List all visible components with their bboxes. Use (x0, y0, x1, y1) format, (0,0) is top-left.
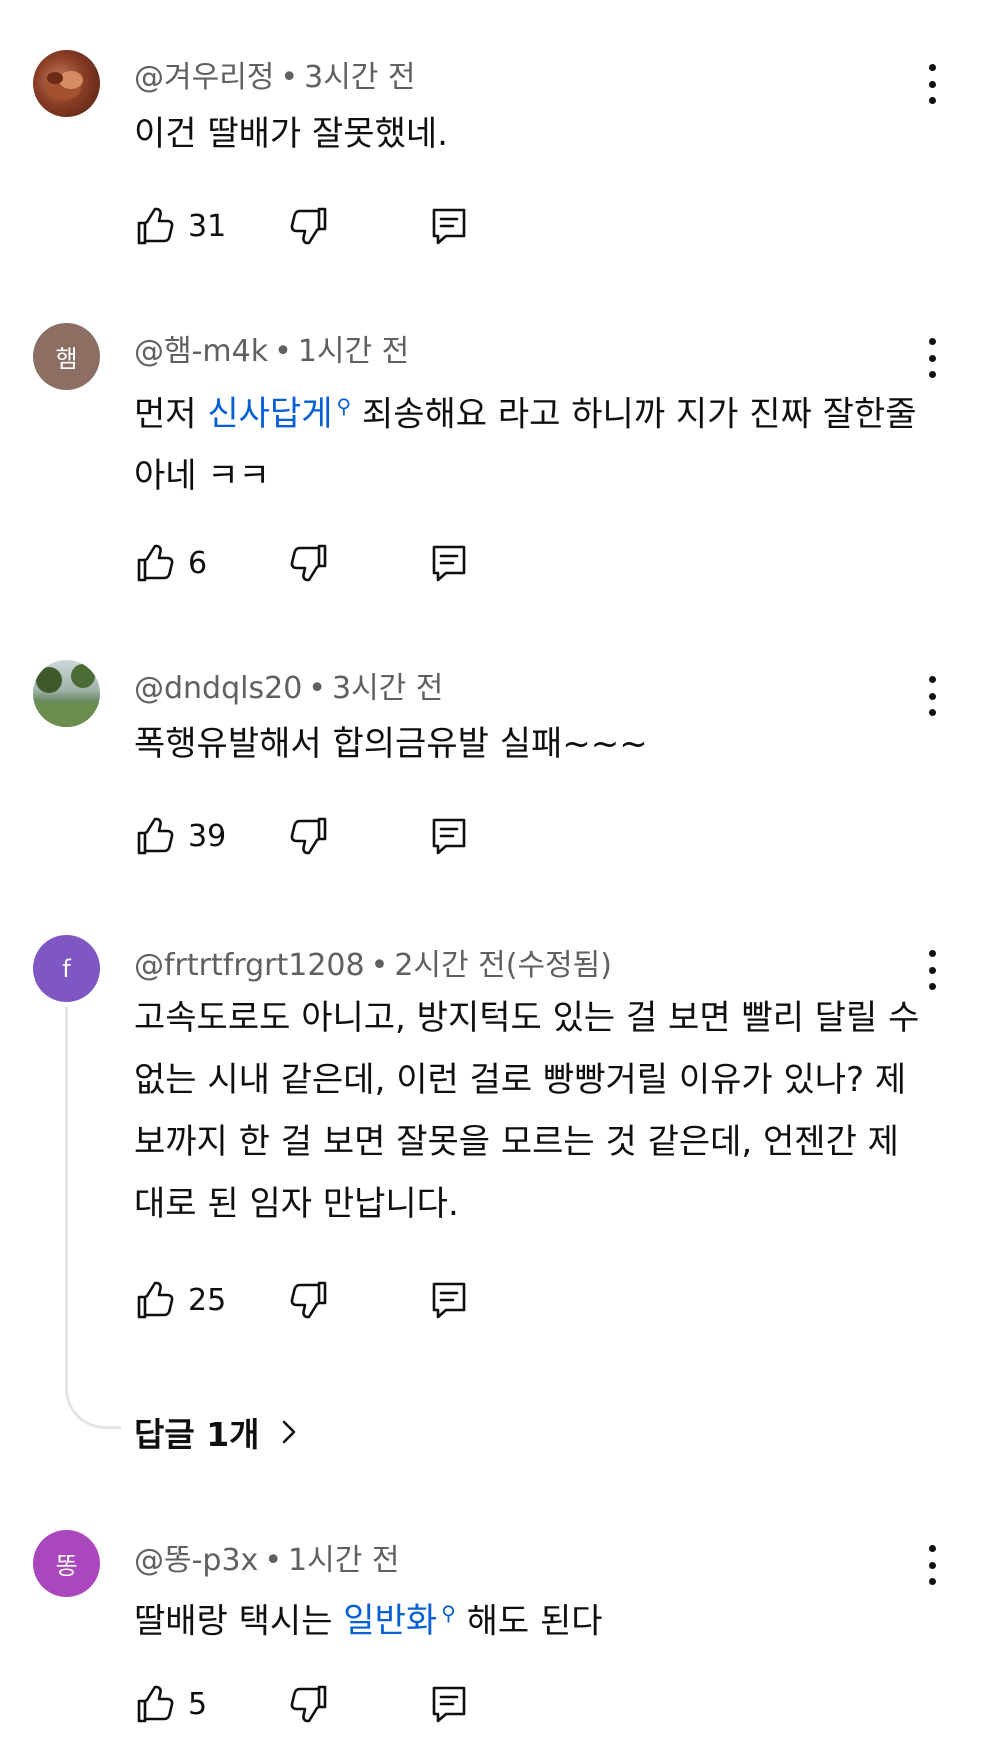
search-link[interactable]: 신사답게 ⚲ (207, 394, 351, 434)
comment-actions: 25 (134, 1276, 494, 1324)
dislike-button[interactable] (288, 539, 330, 587)
more-options-icon[interactable] (920, 1545, 944, 1585)
author-name[interactable]: @dndqls20 (134, 671, 302, 706)
comment-actions: 31 (134, 202, 494, 250)
author-name[interactable]: @똥-p3x (134, 1543, 258, 1578)
comment-meta: @dndqls20 • 3시간 전 (134, 663, 443, 707)
timestamp: 3시간 전 (331, 671, 444, 706)
like-button[interactable]: 31 (134, 202, 226, 250)
like-button[interactable]: 39 (134, 812, 226, 860)
timestamp: 1시간 전 (288, 1543, 400, 1578)
reply-button[interactable] (428, 1680, 470, 1728)
like-count: 31 (188, 208, 227, 244)
more-options-icon[interactable] (920, 338, 944, 378)
thumb-up-icon (137, 1685, 174, 1723)
author-name[interactable]: @frtrtfrgrt1208 (134, 948, 365, 983)
author-name[interactable]: @겨우리정 (134, 60, 274, 95)
dislike-button[interactable] (288, 1276, 330, 1324)
reply-button[interactable] (428, 1276, 470, 1324)
avatar[interactable] (33, 50, 100, 117)
comment-meta: @똥-p3x • 1시간 전 (134, 1535, 399, 1579)
comment-text: 이건 딸배가 잘못했네. (134, 114, 448, 154)
thumb-down-icon (290, 207, 327, 245)
reply-button[interactable] (428, 812, 470, 860)
reply-button[interactable] (428, 539, 470, 587)
separator-dot: • (370, 948, 389, 983)
thumb-up-icon (137, 544, 174, 582)
comment-actions: 6 (134, 539, 494, 587)
avatar-photo-icon (33, 664, 100, 727)
thumb-down-icon (290, 817, 327, 855)
like-button[interactable]: 6 (134, 539, 207, 587)
dislike-button[interactable] (288, 202, 330, 250)
avatar[interactable]: 햄 (33, 323, 100, 390)
comment-actions: 39 (134, 812, 494, 860)
like-button[interactable]: 5 (134, 1680, 207, 1728)
comment-meta: @frtrtfrgrt1208 • 2시간 전(수정됨) (134, 940, 612, 984)
comment-text: 고속도로도 아니고, 방지턱도 있는 걸 보면 빨리 달릴 수 없는 시내 같은… (134, 998, 920, 1224)
more-options-icon[interactable] (920, 64, 944, 104)
comment-text-part: 먼저 (134, 394, 208, 435)
avatar-photo-icon (45, 71, 83, 100)
reply-icon (432, 208, 466, 245)
reply-icon (432, 1282, 466, 1319)
comment-text: 딸배랑 택시는 일반화 ⚲ 해도 된다 (134, 1582, 924, 1652)
search-icon: ⚲ (441, 1601, 456, 1625)
author-name[interactable]: @햄-m4k (134, 334, 268, 369)
like-button[interactable]: 25 (134, 1276, 226, 1324)
chevron-right-icon (282, 1420, 295, 1444)
like-count: 39 (188, 818, 227, 854)
like-count: 6 (188, 545, 208, 581)
search-link[interactable]: 일반화 ⚲ (343, 1601, 456, 1641)
timestamp: 2시간 전(수정됨) (394, 948, 612, 983)
comment-meta: @겨우리정 • 3시간 전 (134, 52, 416, 96)
separator-dot: • (264, 1543, 283, 1578)
timestamp: 3시간 전 (304, 60, 416, 95)
comment-meta: @햄-m4k • 1시간 전 (134, 326, 409, 370)
thumb-down-icon (290, 1685, 327, 1723)
reply-button[interactable] (428, 202, 470, 250)
more-options-icon[interactable] (920, 676, 944, 716)
thumb-up-icon (137, 207, 174, 245)
thread-line (65, 1007, 121, 1429)
comment-actions: 5 (134, 1680, 494, 1728)
dislike-button[interactable] (288, 812, 330, 860)
thumb-down-icon (290, 544, 327, 582)
dislike-button[interactable] (288, 1680, 330, 1728)
avatar[interactable] (33, 660, 100, 727)
thumb-down-icon (290, 1281, 327, 1319)
separator-dot: • (308, 671, 326, 706)
comment-text-part: 해도 된다 (455, 1601, 603, 1642)
view-replies-button[interactable]: 답글 1개 (134, 1408, 302, 1456)
thumb-up-icon (137, 1281, 174, 1319)
avatar-letter: 햄 (55, 345, 78, 373)
avatar[interactable]: f (33, 935, 100, 1002)
reply-icon (432, 545, 466, 582)
search-link-label: 신사답게 (207, 394, 333, 435)
reply-icon (432, 1686, 466, 1723)
more-options-icon[interactable] (920, 950, 944, 990)
reply-icon (432, 818, 466, 855)
avatar-letter: 똥 (55, 1552, 78, 1580)
separator-dot: • (280, 60, 299, 95)
search-icon: ⚲ (336, 394, 352, 418)
thumb-up-icon (137, 817, 174, 855)
search-link-label: 일반화 (343, 1601, 438, 1642)
like-count: 5 (188, 1686, 208, 1722)
avatar[interactable]: 똥 (33, 1530, 100, 1597)
comment-text: 먼저 신사답게 ⚲ 죄송해요 라고 하니까 지가 진짜 잘한줄아네 ㅋㅋ (134, 375, 924, 507)
timestamp: 1시간 전 (297, 334, 410, 369)
comment-text-part: 딸배랑 택시는 (134, 1601, 344, 1642)
comment-text: 폭행유발해서 합의금유발 실패~~~ (134, 724, 648, 764)
avatar-letter: f (62, 954, 71, 983)
separator-dot: • (274, 334, 292, 369)
like-count: 25 (188, 1282, 227, 1318)
replies-label: 답글 1개 (134, 1415, 260, 1454)
